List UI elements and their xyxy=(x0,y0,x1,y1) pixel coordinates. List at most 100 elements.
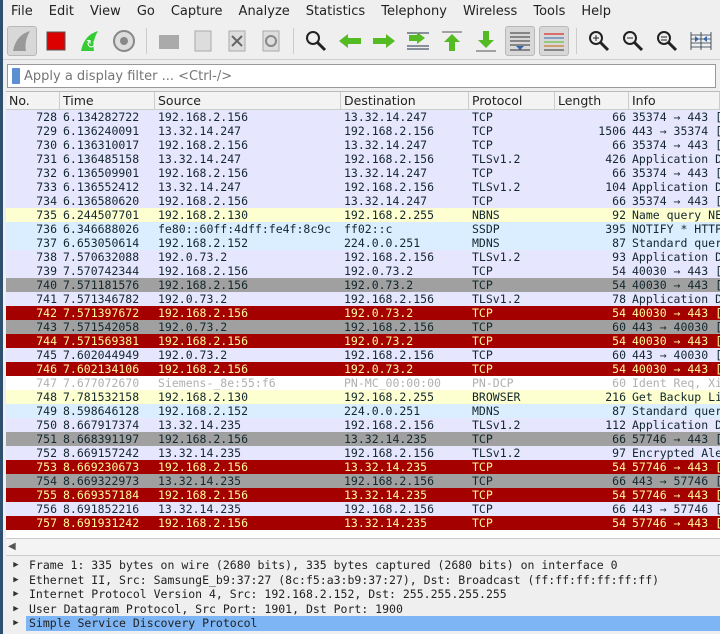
packet-row[interactable]: 757 8.691931242 192.168.2.156 13.32.14.235 T… xyxy=(6,516,720,530)
menu-file[interactable]: File xyxy=(11,4,33,19)
resize-columns-icon[interactable] xyxy=(686,26,716,56)
packet-row[interactable]: 749 8.598646128 192.168.2.152 224.0.0.251 MD… xyxy=(6,404,720,418)
packet-destination: 192.0.73.2 xyxy=(344,306,414,320)
packet-row[interactable]: 728 6.134282722 192.168.2.156 13.32.14.247 T… xyxy=(6,110,720,124)
go-last-icon[interactable] xyxy=(471,26,501,56)
column-header-no[interactable]: No. xyxy=(6,92,60,109)
zoom-normal-icon[interactable] xyxy=(652,26,682,56)
packet-source: 13.32.14.247 xyxy=(158,180,242,194)
start-capture-icon[interactable] xyxy=(7,25,37,56)
packet-info: 40030 → 443 [ xyxy=(632,306,720,320)
packet-row[interactable]: 752 8.669157242 13.32.14.235 192.168.2.156 T… xyxy=(6,446,720,460)
detail-tree-item[interactable]: ▶ Frame 1: 335 bytes on wire (2680 bits),… xyxy=(6,558,720,573)
packet-length: 1506 xyxy=(598,124,626,138)
restart-capture-icon[interactable]: ↻ xyxy=(75,26,105,56)
packet-number: 728 xyxy=(36,110,57,124)
column-header-length[interactable]: Length xyxy=(555,92,629,109)
auto-scroll-icon[interactable] xyxy=(505,25,535,56)
detail-tree-item[interactable]: ▶ User Datagram Protocol, Src Port: 1901,… xyxy=(6,602,720,617)
packet-destination: 192.168.2.156 xyxy=(344,446,435,460)
packet-row[interactable]: 751 8.668391197 192.168.2.156 13.32.14.235 T… xyxy=(6,432,720,446)
packet-rows: 728 6.134282722 192.168.2.156 13.32.14.247 T… xyxy=(6,110,720,530)
packet-row[interactable]: 743 7.571542058 192.0.73.2 192.168.2.156 TCP… xyxy=(6,320,720,334)
go-forward-icon[interactable] xyxy=(369,26,399,56)
packet-source: 192.168.2.156 xyxy=(158,516,249,530)
zoom-in-icon[interactable] xyxy=(584,26,614,56)
packet-row[interactable]: 745 7.602044949 192.0.73.2 192.168.2.156 TCP… xyxy=(6,348,720,362)
find-packet-icon[interactable] xyxy=(301,26,331,56)
open-file-icon[interactable] xyxy=(154,26,184,56)
packet-row[interactable]: 732 6.136509901 192.168.2.156 13.32.14.247 T… xyxy=(6,166,720,180)
packet-row[interactable]: 738 7.570632088 192.0.73.2 192.168.2.156 TLS… xyxy=(6,250,720,264)
stop-capture-icon[interactable] xyxy=(41,26,71,56)
expand-arrow-icon[interactable]: ▶ xyxy=(6,558,26,573)
capture-options-icon[interactable] xyxy=(109,26,139,56)
menu-help[interactable]: Help xyxy=(581,4,611,19)
expand-arrow-icon[interactable]: ▶ xyxy=(6,587,26,602)
packet-row[interactable]: 742 7.571397672 192.168.2.156 192.0.73.2 TCP… xyxy=(6,306,720,320)
packet-row[interactable]: 753 8.669230673 192.168.2.156 13.32.14.235 T… xyxy=(6,460,720,474)
toolbar-separator xyxy=(293,27,294,54)
packet-row[interactable]: 729 6.136240091 13.32.14.247 192.168.2.156 T… xyxy=(6,124,720,138)
packet-row[interactable]: 748 7.781532158 192.168.2.130 192.168.2.255… xyxy=(6,390,720,404)
svg-text:↻: ↻ xyxy=(86,37,96,51)
menu-capture[interactable]: Capture xyxy=(171,4,223,19)
menu-view[interactable]: View xyxy=(90,4,121,19)
column-header-time[interactable]: Time xyxy=(60,92,155,109)
expand-arrow-icon[interactable]: ▶ xyxy=(6,616,26,631)
packet-row[interactable]: 754 8.669322973 13.32.14.235 192.168.2.156 T… xyxy=(6,474,720,488)
packet-length: 66 xyxy=(612,110,626,124)
packet-row[interactable]: 740 7.571181576 192.168.2.156 192.0.73.2 TCP… xyxy=(6,278,720,292)
go-first-icon[interactable] xyxy=(437,26,467,56)
packet-row[interactable]: 746 7.602134106 192.168.2.156 192.0.73.2 TCP… xyxy=(6,362,720,376)
detail-tree-item[interactable]: ▶ Ethernet II, Src: SamsungE_b9:37:27 (8c… xyxy=(6,573,720,588)
detail-tree-item[interactable]: ▶ Internet Protocol Version 4, Src: 192.1… xyxy=(6,587,720,602)
go-back-icon[interactable] xyxy=(335,26,365,56)
column-header-info[interactable]: Info xyxy=(629,92,720,109)
packet-row[interactable]: 744 7.571569381 192.168.2.156 192.0.73.2 TCP… xyxy=(6,334,720,348)
packet-row[interactable]: 731 6.136485158 13.32.14.247 192.168.2.156 T… xyxy=(6,152,720,166)
packet-row[interactable]: 755 8.669357184 192.168.2.156 13.32.14.235 T… xyxy=(6,488,720,502)
zoom-out-icon[interactable] xyxy=(618,26,648,56)
packet-row[interactable]: 734 6.136580620 192.168.2.156 13.32.14.247 T… xyxy=(6,194,720,208)
packet-source: 192.168.2.156 xyxy=(158,264,249,278)
column-header-source[interactable]: Source xyxy=(155,92,341,109)
detail-tree-item[interactable]: ▶ Simple Service Discovery Protocol xyxy=(6,616,720,631)
menu-edit[interactable]: Edit xyxy=(49,4,74,19)
expand-arrow-icon[interactable]: ▶ xyxy=(6,573,26,588)
menu-tools[interactable]: Tools xyxy=(533,4,565,19)
column-header-destination[interactable]: Destination xyxy=(341,92,469,109)
column-header-protocol[interactable]: Protocol xyxy=(469,92,555,109)
display-filter-input[interactable] xyxy=(24,68,715,84)
packet-row[interactable]: 735 6.244507701 192.168.2.130 192.168.2.255… xyxy=(6,208,720,222)
reload-file-icon[interactable] xyxy=(256,26,286,56)
packet-row[interactable]: 737 6.653050614 192.168.2.152 224.0.0.251 MD… xyxy=(6,236,720,250)
packet-row[interactable]: 741 7.571346782 192.0.73.2 192.168.2.156 TLS… xyxy=(6,292,720,306)
packet-protocol: TLSv1.2 xyxy=(472,250,521,264)
expand-arrow-icon[interactable]: ▶ xyxy=(6,602,26,617)
menu-go[interactable]: Go xyxy=(137,4,155,19)
packet-source: 192.0.73.2 xyxy=(158,320,228,334)
menu-statistics[interactable]: Statistics xyxy=(306,4,365,19)
go-to-packet-icon[interactable] xyxy=(403,26,433,56)
menu-wireless[interactable]: Wireless xyxy=(463,4,517,19)
packet-row[interactable]: 730 6.136310017 192.168.2.156 13.32.14.247 T… xyxy=(6,138,720,152)
packet-row[interactable]: 736 6.346688026 fe80::60ff:4dff:fe4f:8c9c f… xyxy=(6,222,720,236)
horizontal-scrollbar[interactable]: ◀ xyxy=(6,538,720,556)
packet-row[interactable]: 756 8.691852216 13.32.14.235 192.168.2.156 T… xyxy=(6,502,720,516)
menu-telephony[interactable]: Telephony xyxy=(381,4,447,19)
packet-protocol: SSDP xyxy=(472,222,500,236)
close-file-icon[interactable] xyxy=(222,26,252,56)
packet-info: 40030 → 443 [ xyxy=(632,334,720,348)
scroll-left-arrow-icon[interactable]: ◀ xyxy=(8,541,16,552)
save-file-icon[interactable] xyxy=(188,26,218,56)
menu-analyze[interactable]: Analyze xyxy=(239,4,290,19)
colorize-icon[interactable] xyxy=(539,25,569,56)
packet-info: Standard quer xyxy=(632,404,720,418)
packet-row[interactable]: 747 7.677072670 Siemens-_8e:55:f6 PN-MC_00:… xyxy=(6,376,720,390)
packet-row[interactable]: 739 7.570742344 192.168.2.156 192.0.73.2 TCP… xyxy=(6,264,720,278)
packet-time: 7.602044949 xyxy=(63,348,140,362)
bookmark-icon[interactable] xyxy=(12,68,20,84)
packet-row[interactable]: 750 8.667917374 13.32.14.235 192.168.2.156 T… xyxy=(6,418,720,432)
packet-row[interactable]: 733 6.136552412 13.32.14.247 192.168.2.156 T… xyxy=(6,180,720,194)
